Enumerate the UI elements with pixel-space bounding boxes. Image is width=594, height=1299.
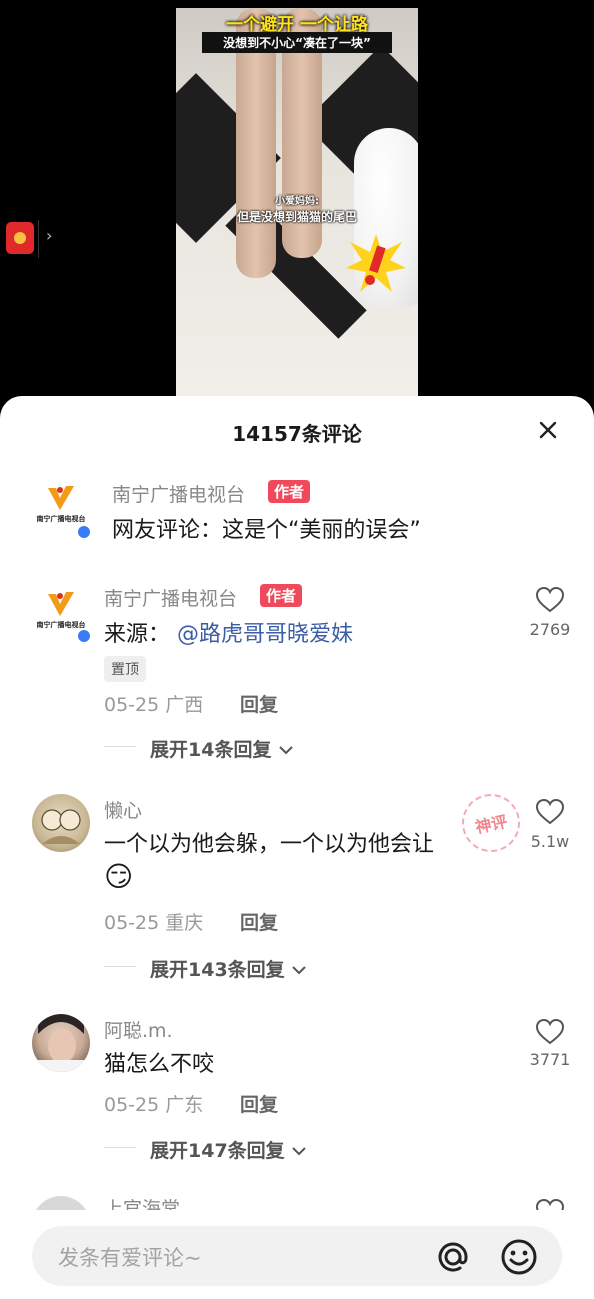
comment-input-placeholder: 发条有爱评论~ (58, 1246, 202, 1270)
station-logo-icon (48, 486, 74, 510)
comment-avatar[interactable] (32, 794, 90, 852)
station-logo-icon (48, 592, 74, 616)
heart-icon[interactable] (535, 798, 565, 826)
chevron-down-icon (292, 1147, 307, 1156)
heart-icon[interactable] (535, 586, 565, 614)
comment-composer: 发条有爱评论~ (0, 1210, 594, 1299)
divider (104, 1147, 136, 1148)
comment-text-prefix: 来源： (104, 622, 171, 647)
video-area[interactable]: 一个避开 一个让路 没想到不小心“凑在了一块” 小爱妈妈: 但是没想到猫猫的尾巴… (0, 0, 594, 420)
expand-replies-button[interactable]: 展开147条回复 (150, 1136, 307, 1163)
like-count: 2769 (529, 620, 571, 639)
emoji-icon[interactable] (498, 1236, 540, 1278)
comment-text: 来源： @路虎哥哥晓爱妹 (104, 616, 353, 648)
comment-date-location: 05-25 重庆 (104, 912, 204, 934)
comments-count-title: 14157条评论 (232, 422, 362, 446)
exclamation-burst-icon (346, 234, 406, 292)
like-count: 3771 (529, 1050, 571, 1069)
divider (104, 966, 136, 967)
heart-icon[interactable] (535, 1018, 565, 1046)
reply-button[interactable]: 回复 (240, 1090, 278, 1117)
author-name[interactable]: 南宁广播电视台 (112, 480, 245, 507)
avatar-illustration-icon (41, 809, 81, 844)
expand-replies-label: 展开147条回复 (150, 1140, 285, 1162)
expand-replies-label: 展开143条回复 (150, 959, 285, 981)
comment-emoji: 😏 (104, 860, 134, 893)
at-icon[interactable] (432, 1236, 474, 1278)
expand-replies-label: 展开14条回复 (150, 739, 272, 761)
station-logo-text: 南宁广播电视台 (36, 515, 86, 523)
comment-author[interactable]: 懒心 (104, 796, 142, 823)
verified-badge-icon (76, 628, 92, 644)
chevron-down-icon (279, 746, 293, 755)
pinned-badge: 置顶 (104, 656, 146, 682)
video-player[interactable]: 一个避开 一个让路 没想到不小心“凑在了一块” 小爱妈妈: 但是没想到猫猫的尾巴 (176, 8, 418, 400)
verified-badge-icon (76, 524, 92, 540)
comment-input[interactable]: 发条有爱评论~ (32, 1226, 562, 1286)
like-count: 5.1w (530, 832, 570, 851)
comment-author[interactable]: 南宁广播电视台 (104, 584, 237, 611)
comment-date-location: 05-25 广西 (104, 694, 204, 716)
expand-replies-button[interactable]: 展开143条回复 (150, 955, 307, 982)
reply-button[interactable]: 回复 (240, 690, 278, 717)
video-speaker-name: 小爱妈妈: (275, 196, 319, 207)
chevron-right-icon[interactable]: › (46, 226, 52, 245)
red-packet-icon[interactable] (6, 222, 34, 254)
comment-text: 猫怎么不咬 (104, 1052, 215, 1077)
comment-author[interactable]: 阿聪.m. (104, 1016, 173, 1043)
reply-button[interactable]: 回复 (240, 908, 278, 935)
video-speaker-line: 但是没想到猫猫的尾巴 (236, 210, 357, 224)
mention-link[interactable]: @路虎哥哥晓爱妹 (177, 622, 353, 647)
comment-text: 一个以为他会躲，一个以为他会让 (104, 832, 435, 857)
comment-avatar[interactable] (32, 1014, 90, 1072)
comments-header: 14157条评论 (0, 396, 594, 466)
close-icon[interactable] (536, 418, 560, 442)
author-tag: 作者 (260, 584, 303, 607)
author-tag: 作者 (268, 480, 311, 503)
chevron-down-icon (292, 966, 307, 975)
avatar-photo-icon (32, 1014, 90, 1072)
video-caption-sub: 没想到不小心“凑在了一块” (202, 32, 392, 53)
expand-replies-button[interactable]: 展开14条回复 (150, 735, 294, 762)
author-note-text: 网友评论：这是个“美丽的误会” (112, 518, 421, 543)
divider (38, 220, 39, 258)
comment-date-location: 05-25 广东 (104, 1094, 204, 1116)
divider (104, 746, 136, 747)
